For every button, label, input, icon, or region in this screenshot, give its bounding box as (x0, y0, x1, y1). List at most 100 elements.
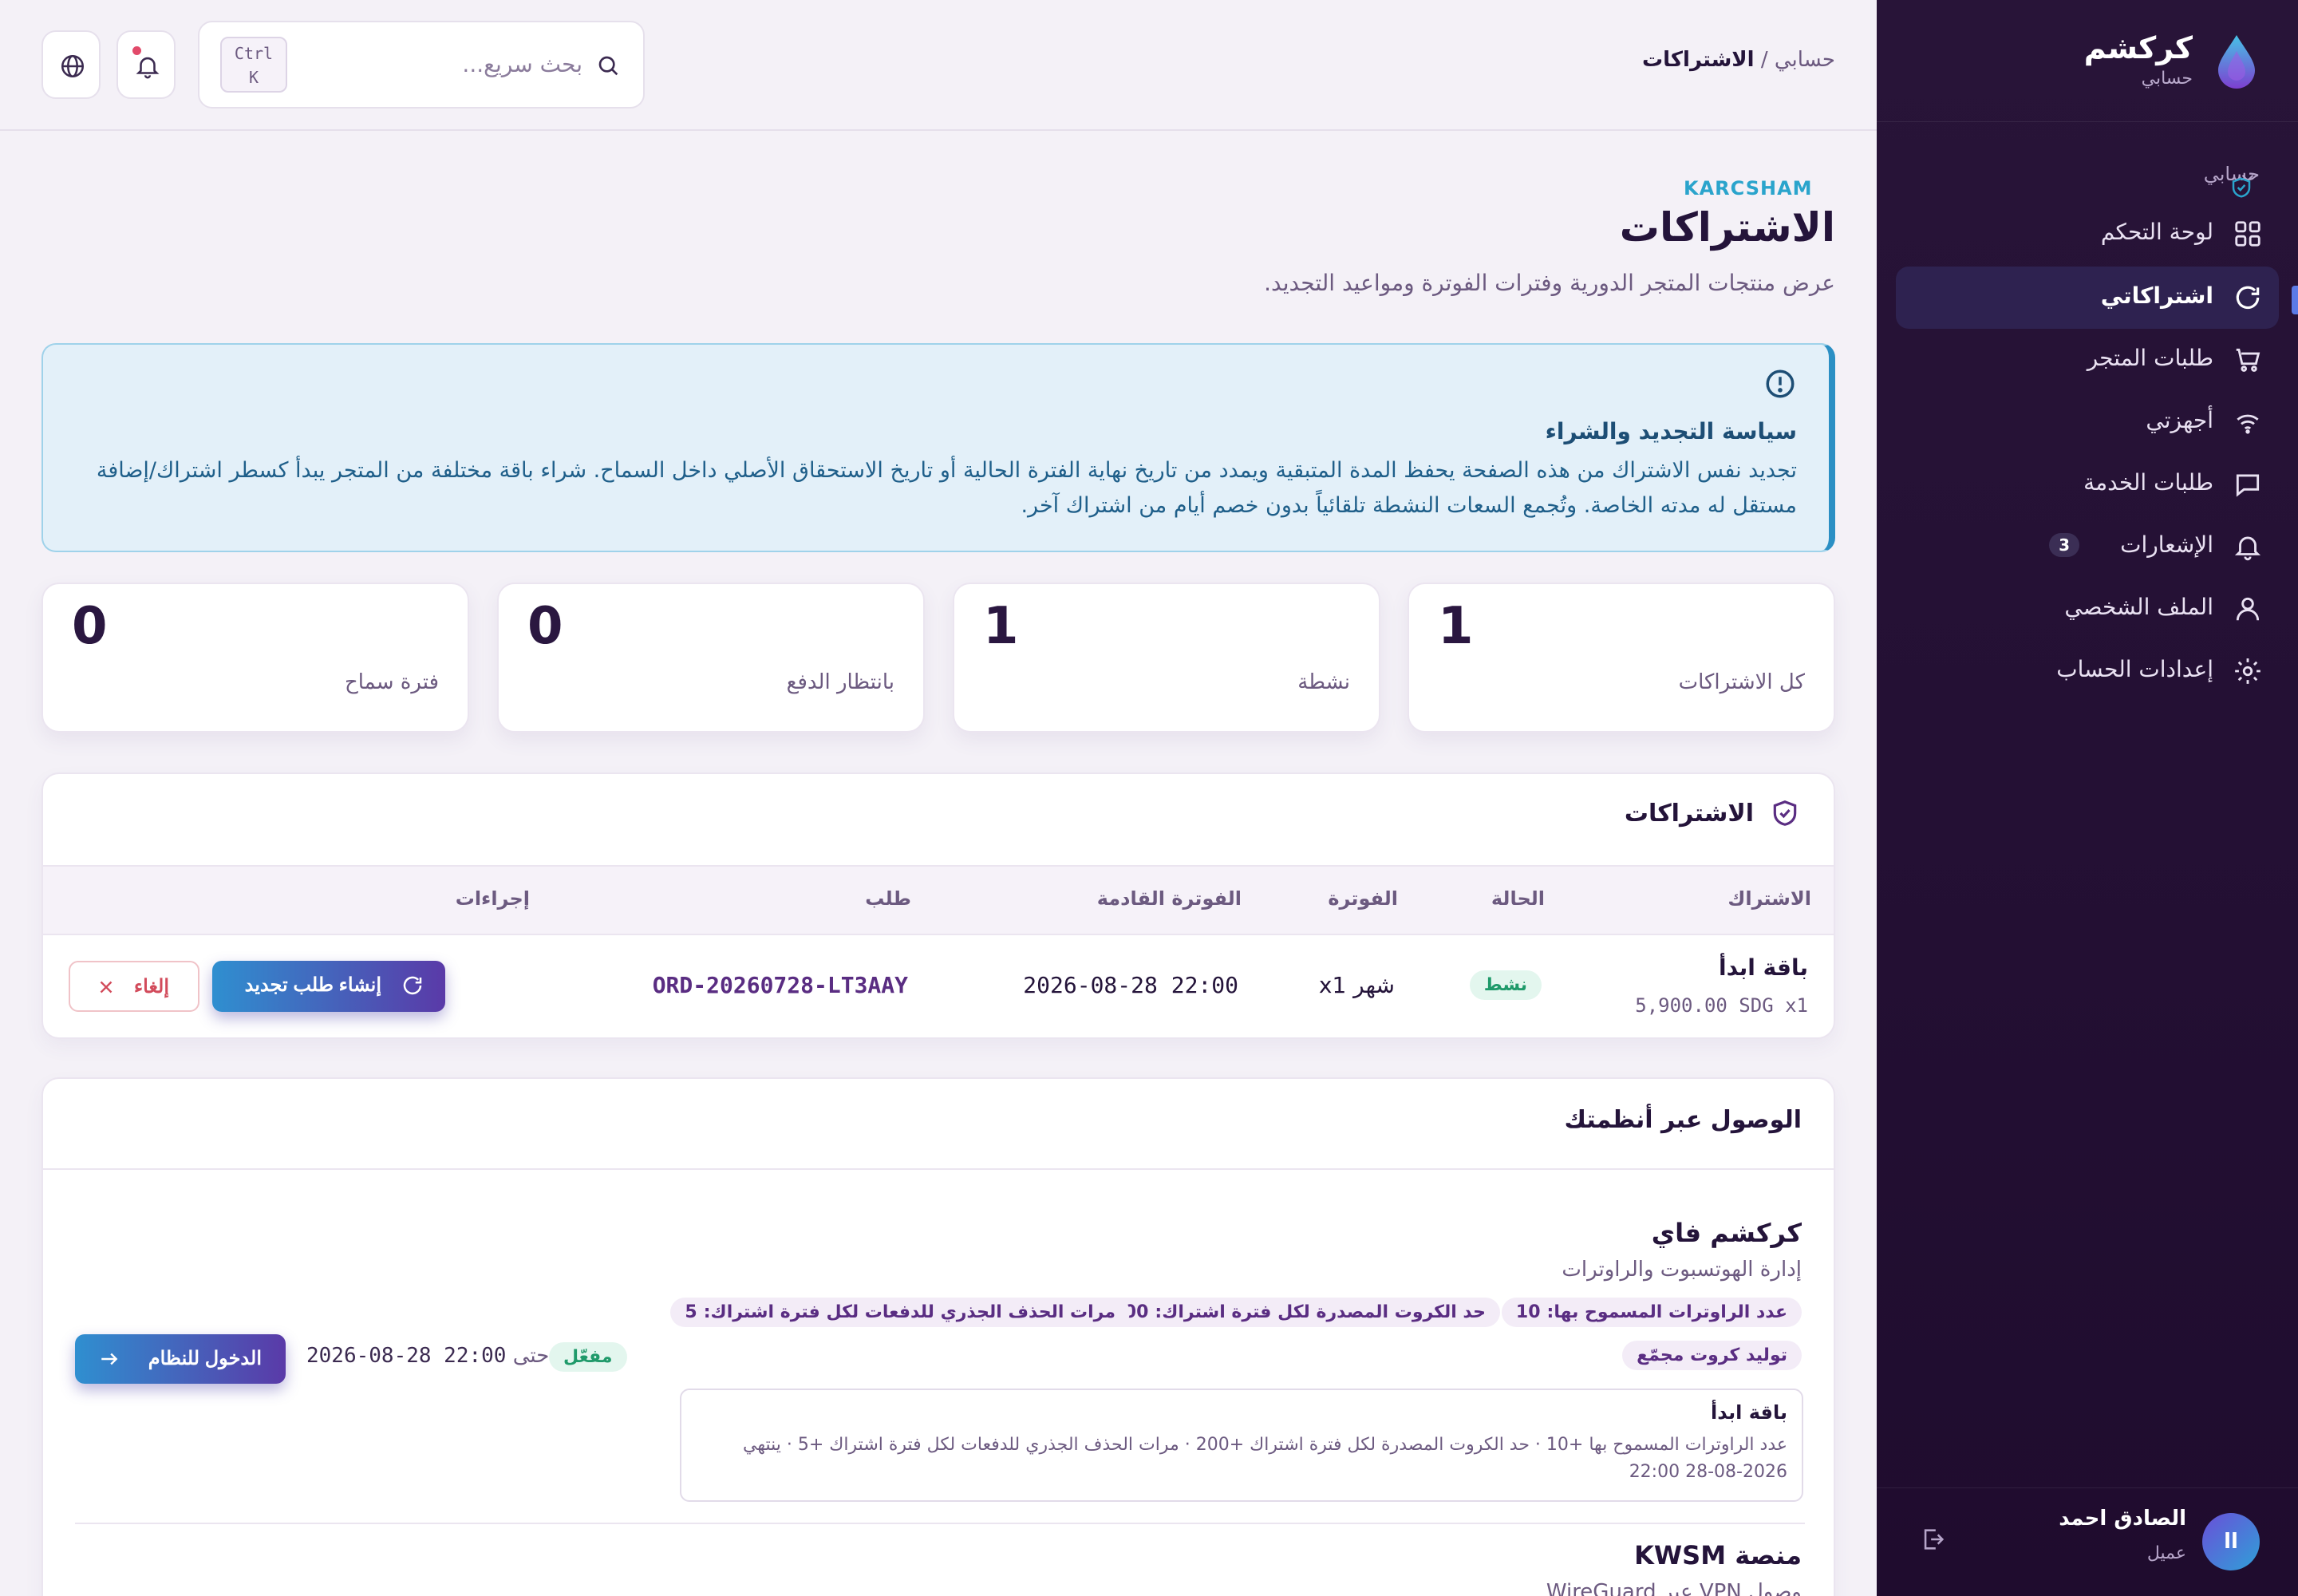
user-role: عميل (2146, 1543, 2186, 1563)
order-link[interactable]: ORD-20260728-LT3AAY (653, 972, 908, 998)
search-icon (598, 56, 618, 76)
policy-body: تجديد نفس الاشتراك من هذه الصفحة يحفظ ال… (96, 458, 1797, 518)
sidebar-item-notifications[interactable]: الإشعارات 3 (1896, 516, 2279, 578)
sidebar-item-devices[interactable]: أجهزتي (1896, 391, 2279, 453)
stat-label: فترة سماح (344, 670, 439, 694)
refresh-icon (403, 976, 422, 995)
plan-title: باقة ابدأ (1711, 1401, 1787, 1424)
cancel-subscription-button[interactable]: إلغاء (69, 961, 199, 1012)
info-alert-icon (1766, 369, 1795, 398)
sidebar-item-label: الملف الشخصي (2064, 594, 2213, 620)
sidebar-item-profile[interactable]: الملف الشخصي (1896, 578, 2279, 640)
feature-label: توليد كروت مجمّع (1637, 1345, 1787, 1365)
active-indicator (2292, 286, 2298, 314)
feature-chip: حد الكروت المصدرة لكل فترة اشتراك:200 (1097, 1298, 1500, 1327)
chat-icon (2236, 474, 2260, 497)
page-title: الاشتراكات (1619, 204, 1835, 251)
system-divider (75, 1523, 1805, 1524)
topbar: حسابي / الاشتراكات بحث سريع... Ctrl K (0, 0, 1877, 131)
sidebar-item-label: لوحة التحكم (2100, 219, 2213, 245)
feature-label: حد الكروت المصدرة لكل فترة اشتراك: (1155, 1302, 1486, 1322)
kbd-k: K (248, 68, 259, 87)
sidebar-item-store-orders[interactable]: طلبات المتجر (1896, 329, 2279, 391)
renewal-policy-alert: سياسة التجديد والشراء تجديد نفس الاشتراك… (41, 343, 1835, 552)
keyboard-shortcut-hint: Ctrl K (220, 37, 287, 93)
language-button[interactable] (41, 30, 101, 99)
stat-value: 1 (1438, 597, 1474, 656)
until-label: حتى (512, 1344, 550, 1368)
user-icon (2236, 597, 2260, 621)
feature-chip: مرات الحذف الجذري للدفعات لكل فترة اشترا… (670, 1298, 1130, 1327)
page-description: عرض منتجات المتجر الدورية وفترات الفوترة… (1264, 270, 1835, 296)
sidebar-footer-divider (1877, 1487, 2298, 1488)
column-header: الحالة (1491, 887, 1545, 910)
sidebar-item-subscriptions[interactable]: اشتراكاتي (1896, 267, 2279, 329)
logout-icon[interactable] (1920, 1526, 1947, 1553)
system-description: وصول VPN عبر WireGuard (1546, 1580, 1802, 1596)
renew-label: إنشاء طلب تجديد (244, 974, 381, 996)
sidebar-divider (1877, 121, 2298, 122)
billing-period: شهر x1 (1318, 972, 1395, 998)
stat-card-all: 1 كل الاشتراكات (1408, 583, 1835, 733)
drop-logo-icon (2218, 35, 2255, 89)
search-placeholder: بحث سريع... (462, 51, 582, 77)
brand-subtitle: حسابي (2141, 69, 2193, 89)
system-login-button[interactable]: الدخول للنظام (75, 1334, 286, 1384)
arrow-right-icon (101, 1353, 118, 1365)
cart-icon (2236, 348, 2260, 372)
globe-icon (61, 54, 85, 78)
system-description: إدارة الهوتسبوت والراوترات (1562, 1258, 1802, 1282)
search-input[interactable]: بحث سريع... Ctrl K (198, 21, 645, 109)
divider (43, 1168, 1834, 1170)
next-billing-date: 2026-08-28 22:00 (1023, 972, 1238, 998)
breadcrumb-separator: / (1754, 48, 1775, 72)
stat-card-grace-period: 0 فترة سماح (41, 583, 469, 733)
sidebar-item-dashboard[interactable]: لوحة التحكم (1896, 203, 2279, 265)
kbd-ctrl: Ctrl (234, 44, 274, 63)
feature-chip: عدد الراوترات المسموح بها:10 (1501, 1298, 1802, 1327)
column-header: الفوترة القادمة (1096, 887, 1242, 910)
until-value: 2026-08-28 22:00 (306, 1344, 507, 1368)
bell-icon (136, 57, 160, 79)
breadcrumb-current: الاشتراكات (1642, 48, 1755, 72)
subscription-name: باقة ابدأ (1719, 954, 1808, 981)
sidebar-item-label: إعدادات الحساب (2056, 656, 2213, 682)
column-header: الاشتراك (1727, 887, 1811, 910)
sidebar-item-label: طلبات الخدمة (2083, 469, 2213, 496)
sidebar: كركشم حسابي حسابي لوحة التحكم اشتراكاتي … (1877, 0, 2298, 1596)
sidebar-item-service-requests[interactable]: طلبات الخدمة (1896, 453, 2279, 516)
sidebar-item-account-settings[interactable]: إعدادات الحساب (1896, 640, 2279, 702)
stat-label: بانتظار الدفع (786, 670, 894, 694)
create-renewal-request-button[interactable]: إنشاء طلب تجديد (212, 961, 445, 1012)
subscriptions-title: الاشتراكات (1624, 800, 1754, 828)
avatar[interactable]: اا (2202, 1513, 2260, 1570)
shield-check-icon (2232, 177, 2251, 198)
stat-label: كل الاشتراكات (1678, 670, 1805, 694)
brand[interactable]: كركشم حسابي (1915, 29, 2260, 93)
cancel-label: إلغاء (133, 976, 169, 998)
system-name: كركشم فاي (1651, 1218, 1802, 1248)
status-badge: مفعّل (549, 1342, 627, 1372)
notifications-button[interactable] (116, 30, 176, 99)
bell-icon (2234, 536, 2261, 561)
sidebar-item-label: طلبات المتجر (2087, 345, 2213, 371)
stat-label: نشطة (1297, 670, 1350, 694)
sidebar-item-label: أجهزتي (2146, 407, 2213, 433)
feature-label: مرات الحذف الجذري للدفعات لكل فترة اشترا… (703, 1302, 1115, 1322)
feature-value: 10 (1515, 1302, 1541, 1322)
wifi-icon (2237, 414, 2259, 434)
login-label: الدخول للنظام (148, 1348, 262, 1369)
stat-value: 1 (983, 597, 1019, 656)
brand-tag: KARCSHAM (1684, 177, 1813, 200)
refresh-icon (2236, 286, 2260, 310)
stat-value: 0 (72, 597, 108, 656)
column-header: الفوترة (1328, 887, 1398, 910)
breadcrumb-root[interactable]: حسابي (1775, 48, 1835, 72)
feature-label: عدد الراوترات المسموح بها: (1546, 1302, 1787, 1322)
access-title: الوصول عبر أنظمتك (1564, 1106, 1802, 1134)
shield-check-icon (1773, 800, 1797, 826)
column-header: إجراءات (455, 887, 530, 910)
status-badge: نشط (1469, 970, 1542, 1000)
notification-count-badge: 3 (2049, 533, 2079, 557)
breadcrumb: حسابي / الاشتراكات (1642, 48, 1835, 72)
